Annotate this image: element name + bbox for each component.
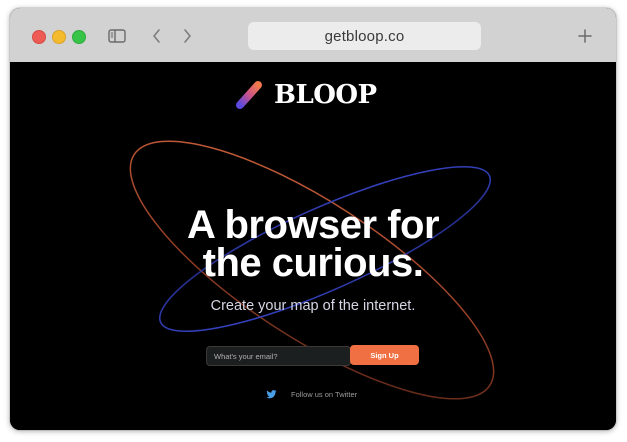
address-bar-url: getbloop.co bbox=[324, 27, 405, 45]
browser-toolbar: getbloop.co bbox=[10, 8, 616, 62]
bloop-logo-text: BLOOP bbox=[274, 80, 377, 110]
twitter-bird-icon[interactable] bbox=[266, 389, 277, 400]
bloop-landing-page: BLOOP A browser for the curious. Create … bbox=[10, 62, 616, 430]
chevron-left-icon[interactable] bbox=[146, 25, 168, 47]
chevron-right-icon[interactable] bbox=[176, 25, 198, 47]
hero-tagline: Create your map of the internet. bbox=[210, 298, 416, 314]
minimize-window-button[interactable] bbox=[52, 30, 66, 44]
close-window-button[interactable] bbox=[32, 30, 46, 44]
hero-headline: A browser for the curious. bbox=[10, 203, 616, 285]
email-field[interactable] bbox=[206, 346, 351, 366]
hero-headline-line2: the curious. bbox=[202, 241, 424, 285]
sidebar-icon[interactable] bbox=[106, 25, 128, 47]
follow-twitter-link[interactable]: Follow us on Twitter bbox=[291, 390, 357, 399]
browser-window: getbloop.co BLOOP A browser for the curi… bbox=[10, 8, 616, 430]
bloop-logo-mark bbox=[236, 81, 262, 109]
twitter-follow-row: Follow us on Twitter bbox=[266, 388, 357, 400]
hero-headline-line1: A browser for bbox=[186, 203, 440, 247]
zoom-window-button[interactable] bbox=[72, 30, 86, 44]
address-bar[interactable]: getbloop.co bbox=[248, 22, 481, 50]
bloop-logo[interactable]: BLOOP bbox=[232, 78, 377, 112]
sign-up-button[interactable]: Sign Up bbox=[350, 345, 419, 365]
plus-icon[interactable] bbox=[574, 25, 596, 47]
